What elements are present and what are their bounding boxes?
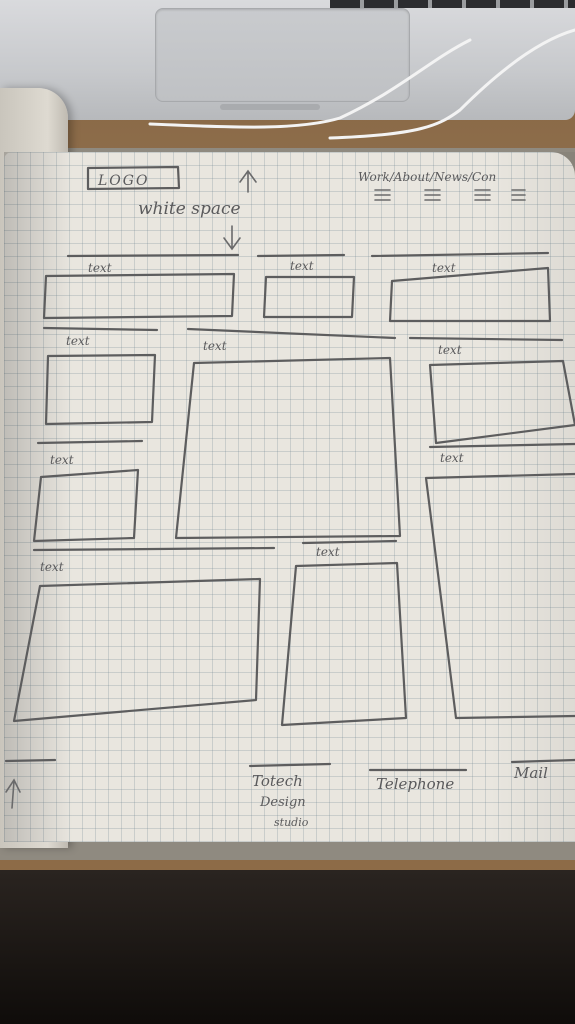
label-text-7: text	[50, 453, 74, 467]
rule-1c	[370, 251, 550, 258]
box-1b	[262, 275, 356, 319]
nav-underlines	[374, 189, 526, 201]
rule-2b	[186, 327, 397, 340]
footer-col1-line2: Design	[259, 795, 306, 810]
photo-scene: LOGO white space Work/About/News/Con tex…	[0, 0, 575, 1024]
box-2c	[428, 359, 575, 445]
arrow-up	[239, 169, 257, 193]
rule-1b	[256, 253, 346, 258]
label-text-4: text	[66, 334, 90, 348]
box-2a	[44, 353, 157, 426]
rule-2a	[42, 326, 159, 332]
footer-arrow	[5, 778, 21, 809]
rule-3a	[36, 439, 144, 445]
laptop-cable	[148, 38, 472, 129]
nav-text: Work/About/News/Con	[358, 170, 496, 184]
rule-2c	[408, 336, 564, 342]
rule-1a	[66, 253, 240, 258]
footer-col2: Telephone	[376, 775, 454, 793]
box-4a	[12, 577, 262, 723]
box-3c	[424, 472, 575, 720]
box-4b	[280, 561, 408, 727]
footer-rule-1	[248, 762, 332, 768]
rule-4b	[301, 539, 398, 545]
wireframe-sketch: LOGO white space Work/About/News/Con tex…	[4, 28, 575, 829]
whitespace-text: white space	[138, 199, 241, 219]
footer-col1-line1: Totech	[252, 772, 303, 790]
label-text-5: text	[203, 339, 227, 353]
box-3a	[32, 468, 140, 543]
label-text-6: text	[438, 343, 462, 357]
box-1c	[388, 266, 552, 323]
footer-col3: Mail	[513, 764, 548, 782]
box-1a	[42, 272, 236, 320]
label-text-2: text	[290, 259, 314, 273]
footer-rule-left	[4, 758, 57, 763]
footer-col1-line3: studio	[274, 816, 309, 829]
footer-rule-3	[510, 758, 575, 764]
rule-3c	[428, 442, 575, 449]
laptop-cable-2	[328, 28, 575, 140]
arrow-down	[223, 225, 241, 251]
label-text-8: text	[440, 451, 464, 465]
rule-4a	[32, 546, 276, 552]
label-text-9: text	[40, 560, 64, 574]
logo-text: LOGO	[97, 173, 149, 189]
label-text-10: text	[316, 545, 340, 559]
box-2b	[174, 356, 402, 540]
label-text-3: text	[432, 261, 456, 275]
label-text-1: text	[88, 261, 112, 275]
